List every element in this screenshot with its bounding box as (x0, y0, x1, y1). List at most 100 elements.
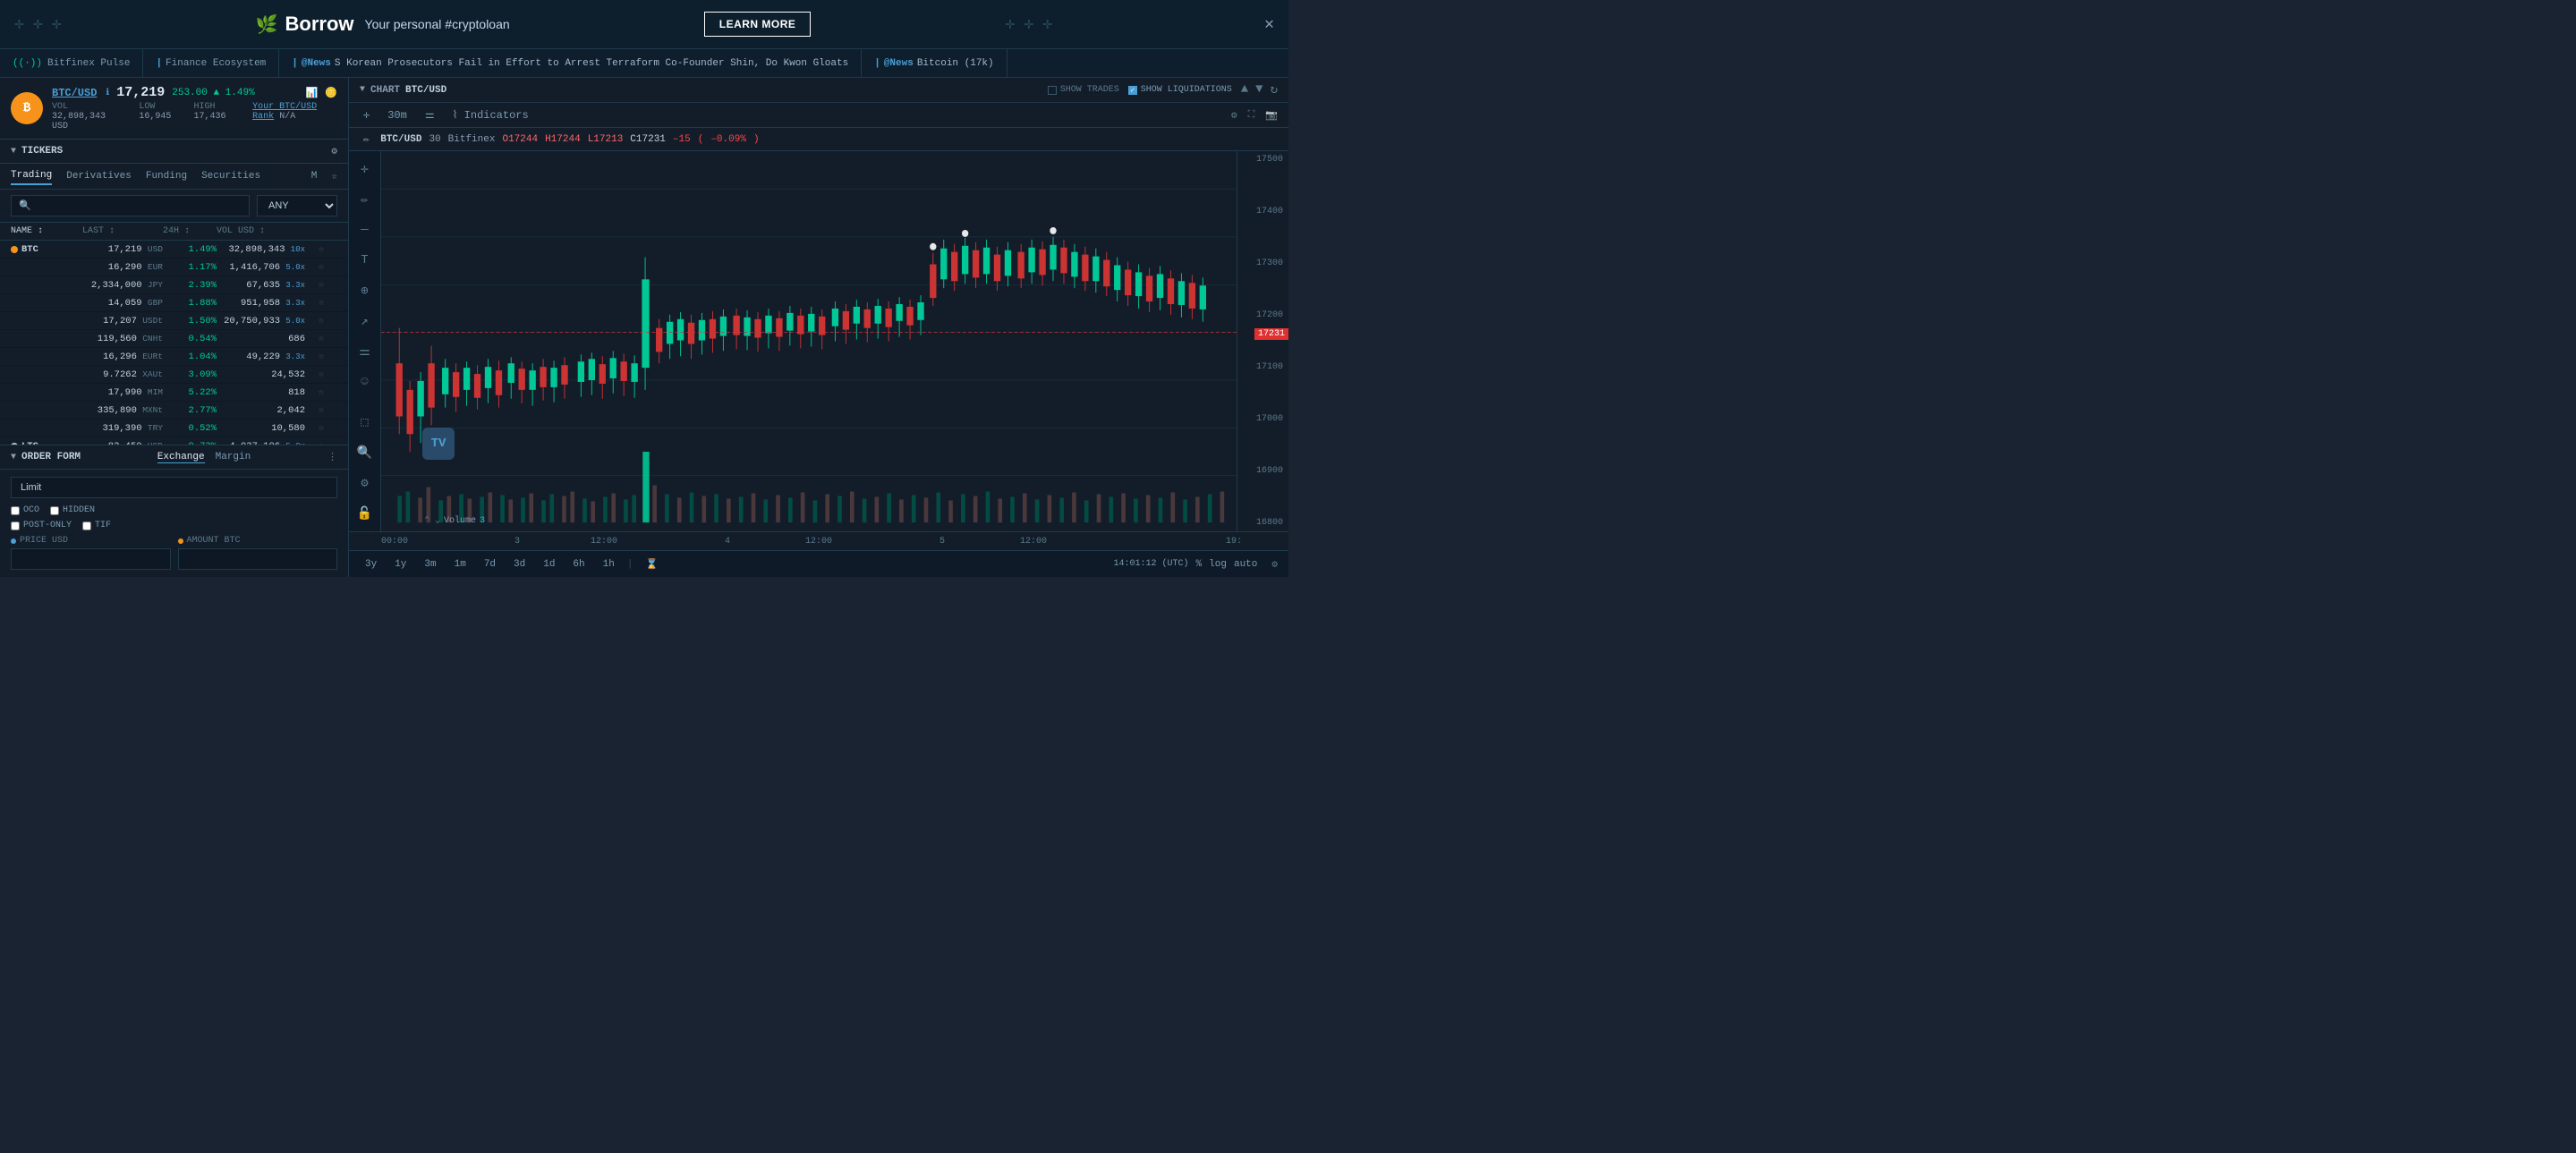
crosshair-tool[interactable]: ✛ (360, 106, 373, 123)
jpy-star[interactable]: ☆ (305, 279, 337, 291)
show-trades-checkbox[interactable]: SHOW TRADES (1048, 85, 1119, 95)
tab-derivatives[interactable]: Derivatives (66, 168, 132, 184)
arrow-tool[interactable]: ↗ (354, 310, 376, 332)
tab-trading[interactable]: Trading (11, 167, 52, 185)
mxnt-star[interactable]: ☆ (305, 404, 337, 416)
tf-1h[interactable]: 1h (598, 557, 620, 572)
bottom-settings-icon[interactable]: ⚙ (1271, 558, 1278, 571)
col-last-header[interactable]: LAST ↕ (82, 226, 163, 236)
tab-star[interactable]: ☆ (331, 170, 337, 182)
tickers-chevron[interactable]: ▼ (11, 147, 16, 157)
draw-line-tool[interactable]: ✏ (354, 189, 376, 210)
timeframe-btn-30m[interactable]: 30m (384, 107, 411, 123)
search-box[interactable]: 🔍 (11, 195, 250, 216)
emoji-tool[interactable]: ☺ (354, 371, 376, 393)
scale-auto[interactable]: auto (1234, 559, 1257, 570)
table-row[interactable]: 9.7262 XAUt 3.09% 24,532 ☆ (0, 366, 348, 384)
crosshair-tool-btn[interactable]: ✛ (354, 158, 376, 180)
order-type-select[interactable]: Limit Market Stop (11, 477, 337, 498)
show-liquidations-check-box[interactable]: ✓ (1128, 86, 1137, 95)
fullscreen-icon[interactable]: ⛶ (1248, 110, 1255, 121)
table-row[interactable]: LTC 83.450 USD 9.73% 4,037,106 5.0x ☆ (0, 437, 348, 445)
tab-m[interactable]: M (311, 171, 318, 182)
tab-margin[interactable]: Margin (216, 452, 251, 463)
ruler-tool[interactable]: ⬚ (354, 411, 376, 433)
table-row[interactable]: 16,296 EURt 1.04% 49,229 3.3x ☆ (0, 348, 348, 366)
col-vol-header[interactable]: VOL USD ↕ (217, 226, 305, 236)
eurt-star[interactable]: ☆ (305, 351, 337, 362)
price-input[interactable] (11, 548, 171, 570)
tf-3y[interactable]: 3y (360, 557, 382, 572)
tf-icon[interactable]: ⌛ (640, 556, 663, 572)
table-row[interactable]: 16,290 EUR 1.17% 1,416,706 5.0x ☆ (0, 259, 348, 276)
currency-select[interactable]: ANY USD EUR BTC (257, 195, 337, 216)
tf-1y[interactable]: 1y (389, 557, 412, 572)
post-only-checkbox[interactable]: POST-ONLY (11, 521, 72, 530)
tab-securities[interactable]: Securities (201, 168, 260, 184)
scale-pct[interactable]: % (1196, 559, 1203, 570)
chart-refresh-icon[interactable]: ↻ (1271, 82, 1278, 97)
gbp-star[interactable]: ☆ (305, 297, 337, 309)
more-icon[interactable]: ⋮ (327, 451, 337, 463)
learn-more-button[interactable]: LEARN MORE (704, 12, 812, 37)
zoom-tool[interactable]: 🔍 (354, 442, 376, 463)
table-row[interactable]: 17,207 USDt 1.50% 20,750,933 5.0x ☆ (0, 312, 348, 330)
eur-star[interactable]: ☆ (305, 261, 337, 273)
indicators-btn[interactable]: ⌇ Indicators (449, 106, 532, 123)
oco-checkbox[interactable]: OCO (11, 505, 39, 515)
pattern-tool[interactable]: ⚌ (354, 341, 376, 362)
hidden-check[interactable] (50, 506, 59, 515)
table-row[interactable]: 319,390 TRY 0.52% 10,580 ☆ (0, 420, 348, 437)
table-row[interactable]: 119,560 CNHt 0.54% 686 ☆ (0, 330, 348, 348)
chart-chevron[interactable]: ▼ (360, 85, 365, 95)
show-trades-check-box[interactable] (1048, 86, 1057, 95)
tf-1d[interactable]: 1d (538, 557, 560, 572)
xaut-star[interactable]: ☆ (305, 369, 337, 380)
tab-exchange[interactable]: Exchange (157, 452, 205, 463)
text-tool[interactable]: T (354, 250, 376, 271)
settings-tool[interactable]: ⚙ (354, 472, 376, 494)
btc-star[interactable]: ☆ (305, 243, 337, 255)
bitfinex-pulse[interactable]: ((·)) Bitfinex Pulse (0, 49, 143, 77)
asset-symbol-link[interactable]: BTC/USD (52, 87, 97, 99)
tab-funding[interactable]: Funding (146, 168, 187, 184)
table-row[interactable]: 17,990 MIM 5.22% 818 ☆ (0, 384, 348, 402)
gear-icon[interactable]: ⚙ (331, 145, 337, 157)
tf-6h[interactable]: 6h (567, 557, 590, 572)
camera-icon[interactable]: 📷 (1265, 109, 1278, 122)
table-row[interactable]: 335,890 MXNt 2.77% 2,042 ☆ (0, 402, 348, 420)
vol-arrows[interactable]: ⌃ ⌄ (424, 515, 440, 526)
chart-icon[interactable]: 📊 (306, 87, 319, 99)
post-only-check[interactable] (11, 521, 20, 530)
tif-check[interactable] (82, 521, 91, 530)
table-row[interactable]: 2,334,000 JPY 2.39% 67,635 3.3x ☆ (0, 276, 348, 294)
draw-tool[interactable]: ✏ (360, 131, 373, 148)
chart-up-arrow[interactable]: ▲ (1241, 82, 1248, 97)
mim-star[interactable]: ☆ (305, 386, 337, 398)
try-star[interactable]: ☆ (305, 422, 337, 434)
hidden-checkbox[interactable]: HIDDEN (50, 505, 95, 515)
measure-tool[interactable]: ⊕ (354, 280, 376, 301)
info-icon[interactable]: ℹ (106, 88, 109, 98)
finance-ecosystem[interactable]: | Finance Ecosystem (143, 49, 279, 77)
lock-tool[interactable]: 🔓 (354, 503, 376, 524)
close-icon[interactable]: ✕ (1264, 14, 1274, 34)
col-24h-header[interactable]: 24H ↕ (163, 226, 217, 236)
cnht-star[interactable]: ☆ (305, 333, 337, 344)
show-liquidations-checkbox[interactable]: ✓ SHOW LIQUIDATIONS (1128, 85, 1232, 95)
settings-icon[interactable]: ⚙ (1231, 109, 1237, 122)
tf-7d[interactable]: 7d (479, 557, 501, 572)
tf-3d[interactable]: 3d (508, 557, 531, 572)
tf-1m[interactable]: 1m (449, 557, 472, 572)
scale-log[interactable]: log (1209, 559, 1227, 570)
chart-type-btn[interactable]: ⚌ (421, 106, 438, 123)
col-name-header[interactable]: NAME ↕ (11, 226, 82, 236)
table-row[interactable]: 14,059 GBP 1.88% 951,958 3.3x ☆ (0, 294, 348, 312)
amount-input[interactable] (178, 548, 338, 570)
oco-check[interactable] (11, 506, 20, 515)
tif-checkbox[interactable]: TIF (82, 521, 111, 530)
search-input[interactable] (35, 200, 242, 211)
order-form-chevron[interactable]: ▼ (11, 453, 16, 462)
horizontal-line-tool[interactable]: — (354, 219, 376, 241)
tf-3m[interactable]: 3m (419, 557, 441, 572)
